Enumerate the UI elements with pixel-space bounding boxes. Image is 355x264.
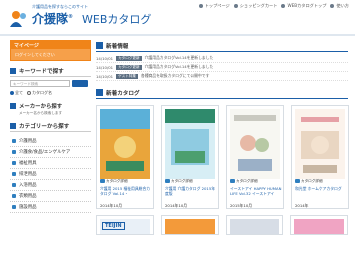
catalog-badge: カタログ詳細: [295, 178, 323, 184]
catalog-cover-image: [229, 219, 280, 234]
catalog-date: 2014年10月: [100, 203, 123, 208]
catalog-title-text: 介護用 2015 福祉用具総合カタログ Vol.14・: [100, 186, 151, 196]
catalog-date: 2015年10月: [230, 203, 253, 208]
category-icon: [12, 205, 16, 209]
catalog-card[interactable]: カタログ詳細 介護用 2015 福祉用具総合カタログ Vol.14・ 2014年…: [96, 105, 154, 209]
category-icon: [12, 194, 16, 198]
maker-title: メーカーから探す: [19, 104, 63, 110]
catalog-grid: カタログ詳細 介護用 2015 福祉用具総合カタログ Vol.14・ 2014年…: [96, 105, 349, 209]
mypage-title: マイページ: [10, 40, 91, 49]
news-item[interactable]: 14/10/01 ゲスト特集 各種商品を取扱カタログにて公開中です: [96, 72, 348, 81]
catalog-cover-image: [294, 219, 344, 234]
catalog-title-text: 和光堂 ホームケアカタログ: [295, 186, 342, 191]
search-button[interactable]: [72, 80, 88, 87]
catalog-date: 2014年: [295, 203, 309, 208]
catalog-cover-image: [100, 109, 150, 179]
news-list: 14/10/01 カタログ更新 介護用品カタログVol.14を更新しました 14/1…: [96, 54, 348, 81]
news-item[interactable]: 14/10/01 カタログ更新 介護用品カタログVol.14を更新しました: [96, 54, 348, 63]
category-item[interactable]: 介護用品: [10, 136, 91, 147]
factory-icon: [10, 103, 16, 109]
category-item[interactable]: 入浴用品: [10, 180, 91, 191]
catalog-grid-row-2: TEIJIN: [96, 215, 348, 235]
keyword-section-title: キーワードで探す: [10, 66, 91, 77]
catalog-date: 2014年10月: [165, 203, 188, 208]
radio-selected-icon: [10, 91, 14, 95]
category-list: 介護用品 介護食/食品/エンゲルケア 福祉用具 排泄用品 入浴用品 衣類用品 施…: [10, 136, 91, 213]
catalog-card[interactable]: カタログ詳細 和光堂 ホームケアカタログ 2014年: [291, 105, 349, 209]
site-logo[interactable]: 介護用品を探すならこのサイト 介援隊® WEBカタログ: [8, 4, 156, 30]
category-item[interactable]: 施設用品: [10, 202, 91, 213]
category-item[interactable]: 福祉用具: [10, 158, 91, 169]
book-icon: [96, 89, 103, 96]
category-item[interactable]: 排泄用品: [10, 169, 91, 180]
catalog-card[interactable]: [160, 215, 219, 235]
home-icon: [198, 4, 203, 8]
search-scope: 全て カタログ名: [10, 90, 91, 96]
top-nav: トップページ ショッピングカート WEBカタログトップ 使い方: [198, 3, 349, 9]
catalog-card[interactable]: [290, 215, 348, 235]
news-item[interactable]: 14/10/01 カタログ更新 介護用品カタログVol.14を更新しました: [96, 63, 348, 72]
catalog-title-text: 介護用 介護カタログ 2015年度版: [165, 186, 216, 196]
catalog-cover-image: [164, 219, 215, 234]
catalog-badge: カタログ詳細: [165, 178, 193, 184]
news-title: 新着情報: [96, 40, 348, 52]
logo-web-title: WEBカタログ: [82, 13, 152, 26]
category-icon: [12, 150, 16, 154]
logo-mark-icon: [10, 11, 26, 27]
nav-catalog-top[interactable]: WEBカタログトップ: [281, 3, 326, 9]
category-icon: [12, 172, 16, 176]
catalog-badge: カタログ詳細: [100, 178, 128, 184]
camera-icon: [100, 179, 105, 183]
category-icon: [12, 139, 16, 143]
header: 介護用品を探すならこのサイト 介援隊® WEBカタログ トップページ ショッピン…: [0, 0, 355, 34]
list-icon: [10, 123, 16, 129]
category-icon: [12, 183, 16, 187]
search-input[interactable]: キーワード検索: [10, 80, 70, 87]
maker-section[interactable]: メーカーから探す メーカー名から検索します: [10, 102, 91, 116]
camera-icon: [295, 179, 300, 183]
catalog-card[interactable]: [225, 215, 284, 235]
catalog-cover-image: [230, 109, 280, 179]
cart-icon: [233, 4, 238, 8]
header-divider: [0, 34, 355, 36]
radio-all[interactable]: 全て: [10, 90, 23, 96]
mypage-login-link[interactable]: ログインしてください: [10, 49, 91, 61]
maker-subtitle: メーカー名から検索します: [19, 111, 63, 115]
nav-help[interactable]: 使い方: [330, 3, 349, 9]
category-icon: [12, 161, 16, 165]
camera-icon: [230, 179, 235, 183]
category-section-title: カテゴリーから探す: [10, 121, 91, 132]
category-item[interactable]: 衣類用品: [10, 191, 91, 202]
sidebar: マイページ ログインしてください キーワードで探す キーワード検索 全て カタロ…: [10, 40, 91, 213]
catalog-card[interactable]: カタログ詳細 イーストアイ HAPPY HUMAN LIFE Vol.32 イー…: [226, 105, 284, 209]
catalog-cover-image: [165, 109, 215, 179]
news-icon: [96, 42, 103, 49]
search-icon: [10, 68, 16, 74]
nav-cart[interactable]: ショッピングカート: [233, 3, 277, 9]
book-icon: [281, 4, 286, 8]
catalog-card[interactable]: TEIJIN: [96, 215, 154, 235]
main-content: 新着情報 14/10/01 カタログ更新 介護用品カタログVol.14を更新しました…: [96, 40, 349, 235]
search-row: キーワード検索: [10, 80, 91, 87]
logo-brand: 介援隊®: [32, 12, 74, 26]
catalog-cover-image: [295, 109, 345, 179]
catalog-title: 新着カタログ: [96, 87, 348, 99]
catalog-title-text: イーストアイ HAPPY HUMAN LIFE Vol.32 イーストアイ: [230, 186, 282, 196]
help-icon: [330, 4, 335, 8]
camera-icon: [165, 179, 170, 183]
catalog-logo: TEIJIN: [102, 222, 125, 230]
radio-catalog-name[interactable]: カタログ名: [27, 90, 52, 96]
category-item[interactable]: 介護食/食品/エンゲルケア: [10, 147, 91, 158]
catalog-badge: カタログ詳細: [230, 178, 258, 184]
radio-unselected-icon: [27, 91, 31, 95]
nav-top[interactable]: トップページ: [198, 3, 230, 9]
catalog-card[interactable]: カタログ詳細 介護用 介護カタログ 2015年度版 2014年10月: [161, 105, 219, 209]
